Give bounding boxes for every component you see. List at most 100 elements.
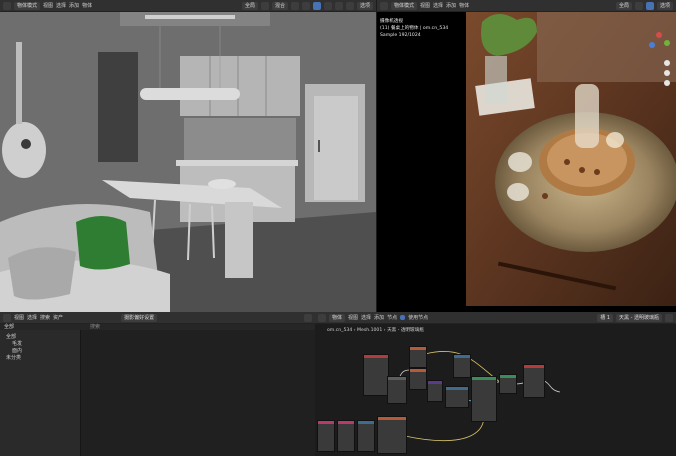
node-group[interactable] — [377, 416, 407, 454]
tree-row-faces[interactable]: 面内 — [0, 348, 80, 355]
menu-object[interactable]: 物体 — [82, 2, 92, 9]
menu-add[interactable]: 添加 — [446, 2, 456, 9]
dark-tall-cabinet — [98, 52, 138, 162]
outliner-header: 视图 选择 搜索 资产 摄影偏好设置 — [0, 312, 315, 324]
nut-3 — [594, 169, 600, 175]
mode-dropdown[interactable]: 物体模式 — [14, 1, 41, 10]
menu-select[interactable]: 选择 — [27, 314, 37, 321]
preferences-dropdown[interactable]: 摄影偏好设置 — [121, 313, 158, 322]
candle-glass-2 — [507, 183, 529, 201]
tree-row-uncategorized[interactable]: 未分类 — [0, 355, 80, 362]
green-cushion — [76, 216, 130, 270]
tree-row-label: 面内 — [12, 348, 23, 354]
tree-row-label: 未分类 — [6, 355, 22, 361]
pan-hand-icon[interactable] — [664, 70, 670, 76]
render-black-bg — [377, 12, 466, 312]
menu-add[interactable]: 添加 — [69, 2, 79, 9]
menu-view[interactable]: 视图 — [348, 314, 358, 321]
editor-type-icon[interactable] — [318, 313, 326, 322]
properties-area[interactable] — [80, 330, 316, 456]
material-name-field[interactable]: 天黑 - 透明玻璃瓶 — [616, 313, 662, 322]
fruit-bowl — [208, 179, 236, 189]
node-principled-bsdf[interactable] — [471, 376, 497, 422]
guitar-body — [2, 122, 46, 178]
zoom-icon[interactable] — [664, 60, 670, 66]
shading-rendered-icon[interactable] — [645, 1, 654, 10]
shading-rendered-icon[interactable] — [345, 1, 354, 10]
glass-vase — [485, 56, 507, 104]
render-viewport[interactable]: 摄像机透视 (11) 餐桌上的物体 | om.cn_534 Sample 192… — [377, 12, 676, 312]
menu-object[interactable]: 物体 — [459, 2, 469, 9]
outliner-search-input[interactable]: 搜索 — [90, 323, 100, 330]
node-editor-header: 物体 视图 选择 添加 节点 使用节点 槽 1 天黑 - 透明玻璃瓶 — [315, 312, 676, 324]
menu-view[interactable]: 视图 — [14, 314, 24, 321]
proportional-edit-icon[interactable] — [290, 1, 299, 10]
right-viewport-header: 物体模式 视图 选择 添加 物体 全局 选项 — [377, 0, 676, 12]
node-mapping[interactable] — [387, 376, 407, 404]
use-nodes-checkbox[interactable] — [400, 315, 406, 320]
editor-type-icon[interactable] — [3, 313, 11, 322]
menu-add[interactable]: 添加 — [374, 314, 384, 321]
options-button[interactable]: 选项 — [656, 1, 673, 10]
xray-icon[interactable] — [312, 1, 321, 10]
glass-bottle — [575, 84, 599, 148]
node-image-texture-2[interactable] — [409, 368, 427, 390]
node-image-texture-1[interactable] — [409, 346, 427, 368]
upper-cabinets — [180, 56, 300, 116]
guitar-neck — [16, 42, 22, 124]
node-bump[interactable] — [427, 380, 443, 402]
outliner-filter-value[interactable]: 全部 — [4, 323, 14, 330]
close-icon[interactable] — [665, 313, 673, 322]
snap-icon[interactable] — [260, 1, 269, 10]
grey-cushion — [8, 247, 76, 300]
menu-search[interactable]: 搜索 — [40, 314, 50, 321]
gizmo-axis-y-icon[interactable] — [664, 40, 670, 46]
node-mix-shader[interactable] — [499, 374, 517, 394]
menu-view[interactable]: 视图 — [420, 2, 430, 9]
ceiling-light — [145, 15, 235, 19]
menu-select[interactable]: 选择 — [361, 314, 371, 321]
node-mix[interactable] — [453, 354, 471, 378]
node-texture-coord[interactable] — [363, 354, 389, 396]
node-value-3[interactable] — [357, 420, 375, 452]
tree-row-all[interactable]: 全部 — [0, 334, 80, 341]
camera-view-icon[interactable] — [664, 80, 670, 86]
gizmo-axis-x-icon[interactable] — [656, 32, 662, 38]
snap-icon[interactable] — [634, 1, 643, 10]
filter-icon[interactable] — [304, 313, 312, 322]
render-info-line2: (11) 餐桌上的物体 | om.cn_534 — [380, 26, 449, 31]
options-button[interactable]: 选项 — [356, 1, 373, 10]
use-nodes-label: 使用节点 — [408, 315, 429, 321]
menu-node[interactable]: 节点 — [387, 314, 397, 321]
outliner-tree: 全部 毛发 面内 未分类 — [0, 330, 80, 456]
menu-view[interactable]: 视图 — [43, 2, 53, 9]
shader-node-canvas[interactable]: om.cn_534 › Mesh.1001 › 天黑 - 透明玻璃瓶 — [315, 324, 676, 456]
menu-select[interactable]: 选择 — [56, 2, 66, 9]
node-value-2[interactable] — [337, 420, 355, 452]
tree-row-label: 全部 — [6, 334, 17, 340]
small-glass — [606, 132, 624, 148]
mode-dropdown[interactable]: 物体模式 — [391, 1, 418, 10]
node-material-output[interactable] — [523, 364, 545, 398]
tree-row-hair[interactable]: 毛发 — [0, 341, 80, 348]
left-3d-viewport[interactable] — [0, 12, 376, 312]
node-value-1[interactable] — [317, 420, 335, 452]
blend-dropdown[interactable]: 混合 — [271, 1, 288, 10]
gizmo-axis-z-icon[interactable] — [649, 42, 655, 48]
menu-select[interactable]: 选择 — [433, 2, 443, 9]
clay-kitchen-scene — [0, 12, 376, 312]
object-type-dropdown[interactable]: 物体 — [329, 313, 346, 322]
slot-dropdown[interactable]: 槽 1 — [597, 313, 614, 322]
transform-orientation-dropdown[interactable]: 全局 — [241, 1, 258, 10]
shading-solid-icon[interactable] — [323, 1, 332, 10]
transform-orientation-dropdown[interactable]: 全局 — [615, 1, 632, 10]
shading-material-icon[interactable] — [334, 1, 343, 10]
editor-type-icon[interactable] — [3, 1, 11, 10]
node-color-ramp[interactable] — [445, 386, 469, 408]
render-info-line3: Sample 192/1024 — [380, 33, 421, 38]
menu-assets[interactable]: 资产 — [53, 314, 63, 321]
editor-type-icon[interactable] — [380, 1, 388, 10]
overlay-icon[interactable] — [301, 1, 310, 10]
counter-top — [176, 160, 298, 166]
render-info-line1: 摄像机透视 — [380, 19, 403, 24]
